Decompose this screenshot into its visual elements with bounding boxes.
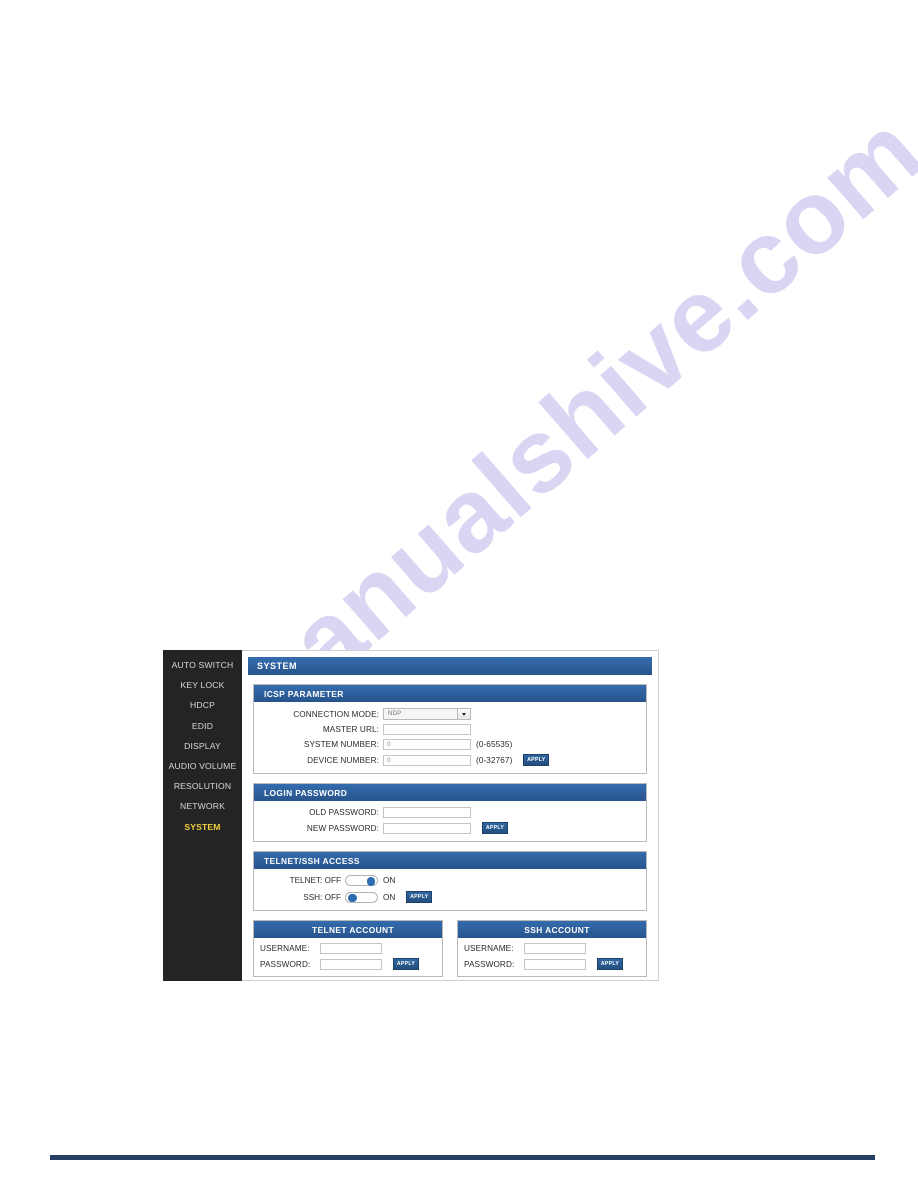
ssh-password-input[interactable] (524, 958, 586, 970)
sidebar-item-auto-switch[interactable]: AUTO SWITCH (163, 655, 242, 675)
telnet-account-apply-button[interactable]: APPLY (393, 958, 419, 970)
old-password-label: OLD PASSWORD: (309, 808, 379, 817)
sidebar: AUTO SWITCH KEY LOCK HDCP EDID DISPLAY A… (163, 650, 242, 981)
telnet-password-input[interactable] (320, 958, 382, 970)
ssh-account-title: SSH ACCOUNT (458, 921, 646, 938)
telnet-username-input[interactable] (320, 943, 382, 954)
page-title: SYSTEM (248, 657, 652, 675)
telnet-account-body: USERNAME: PASSWORD: APPLY (254, 938, 442, 976)
device-number-hint: (0-32767) (476, 755, 513, 765)
login-password-card: LOGIN PASSWORD OLD PASSWORD: NEW PASSWOR… (253, 783, 647, 842)
telnet-toggle-on-label: ON (383, 876, 396, 885)
new-password-label: NEW PASSWORD: (306, 823, 379, 833)
telnet-password-row: PASSWORD: APPLY (260, 958, 436, 970)
ssh-username-input[interactable] (524, 943, 586, 954)
web-ui-figure: AUTO SWITCH KEY LOCK HDCP EDID DISPLAY A… (163, 650, 659, 981)
telnet-account-title: TELNET ACCOUNT (254, 921, 442, 938)
telnet-toggle-switch[interactable] (345, 875, 378, 886)
sidebar-item-display[interactable]: DISPLAY (163, 736, 242, 756)
telnet-ssh-access-title: TELNET/SSH ACCESS (254, 852, 646, 869)
ssh-account-body: USERNAME: PASSWORD: APPLY (458, 938, 646, 976)
icsp-parameter-body: CONNECTION MODE: NDP MASTER URL: SYSTEM … (254, 702, 646, 773)
device-number-input[interactable] (383, 754, 471, 766)
content-area: SYSTEM ICSP PARAMETER CONNECTION MODE: N… (242, 650, 659, 981)
ssh-toggle-switch[interactable] (345, 891, 378, 903)
master-url-row: MASTER URL: (263, 724, 637, 735)
ssh-username-label: USERNAME: (464, 944, 514, 953)
old-password-row: OLD PASSWORD: (263, 807, 637, 818)
new-password-input[interactable] (383, 822, 471, 834)
icsp-parameter-card: ICSP PARAMETER CONNECTION MODE: NDP MAST… (253, 684, 647, 774)
telnet-ssh-access-body: TELNET: OFF ON SSH: OFF ON APPLY (254, 869, 646, 910)
connection-mode-row: CONNECTION MODE: NDP (263, 708, 637, 720)
device-number-label: DEVICE NUMBER: (307, 755, 379, 765)
sidebar-item-audio-volume[interactable]: AUDIO VOLUME (163, 756, 242, 776)
chevron-down-icon[interactable] (457, 709, 470, 719)
login-password-body: OLD PASSWORD: NEW PASSWORD: APPLY (254, 801, 646, 841)
telnet-ssh-access-card: TELNET/SSH ACCESS TELNET: OFF ON SSH: OF… (253, 851, 647, 911)
system-number-label: SYSTEM NUMBER: (303, 740, 379, 749)
master-url-input[interactable] (383, 724, 471, 735)
master-url-label: MASTER URL: (322, 725, 379, 734)
ssh-password-row: PASSWORD: APPLY (464, 958, 640, 970)
system-number-row: SYSTEM NUMBER: (0-65535) (263, 739, 637, 750)
sidebar-item-key-lock[interactable]: KEY LOCK (163, 675, 242, 695)
connection-mode-select[interactable]: NDP (383, 708, 471, 720)
telnet-username-row: USERNAME: (260, 943, 436, 954)
telnet-ssh-apply-button[interactable]: APPLY (406, 891, 433, 903)
sidebar-item-hdcp[interactable]: HDCP (163, 695, 242, 715)
system-number-input[interactable] (383, 739, 471, 750)
icsp-apply-button[interactable]: APPLY (523, 754, 550, 766)
telnet-password-label: PASSWORD: (260, 959, 311, 969)
sidebar-item-system[interactable]: SYSTEM (163, 817, 242, 837)
telnet-username-label: USERNAME: (260, 944, 310, 953)
sidebar-item-network[interactable]: NETWORK (163, 796, 242, 816)
login-password-title: LOGIN PASSWORD (254, 784, 646, 801)
footer-rule (50, 1155, 875, 1160)
device-number-row: DEVICE NUMBER: (0-32767) APPLY (263, 754, 637, 766)
ssh-password-label: PASSWORD: (464, 959, 515, 969)
connection-mode-value: NDP (388, 711, 402, 717)
icsp-parameter-title: ICSP PARAMETER (254, 685, 646, 702)
ssh-toggle-row: SSH: OFF ON APPLY (263, 891, 637, 903)
telnet-account-card: TELNET ACCOUNT USERNAME: PASSWORD: APPLY (253, 920, 443, 977)
system-number-hint: (0-65535) (476, 740, 513, 749)
ssh-toggle-on-label: ON (383, 892, 396, 902)
old-password-input[interactable] (383, 807, 471, 818)
login-password-apply-button[interactable]: APPLY (482, 822, 508, 834)
sidebar-item-edid[interactable]: EDID (163, 716, 242, 736)
new-password-row: NEW PASSWORD: APPLY (263, 822, 637, 834)
ssh-account-card: SSH ACCOUNT USERNAME: PASSWORD: APPLY (457, 920, 647, 977)
sidebar-item-resolution[interactable]: RESOLUTION (163, 776, 242, 796)
connection-mode-label: CONNECTION MODE: (293, 709, 379, 719)
ssh-username-row: USERNAME: (464, 943, 640, 954)
ssh-toggle-label: SSH: OFF (303, 892, 341, 902)
ssh-account-apply-button[interactable]: APPLY (597, 958, 623, 970)
account-cards-row: TELNET ACCOUNT USERNAME: PASSWORD: APPLY… (253, 920, 647, 977)
telnet-toggle-label: TELNET: OFF (289, 876, 341, 885)
telnet-toggle-row: TELNET: OFF ON (263, 875, 637, 886)
